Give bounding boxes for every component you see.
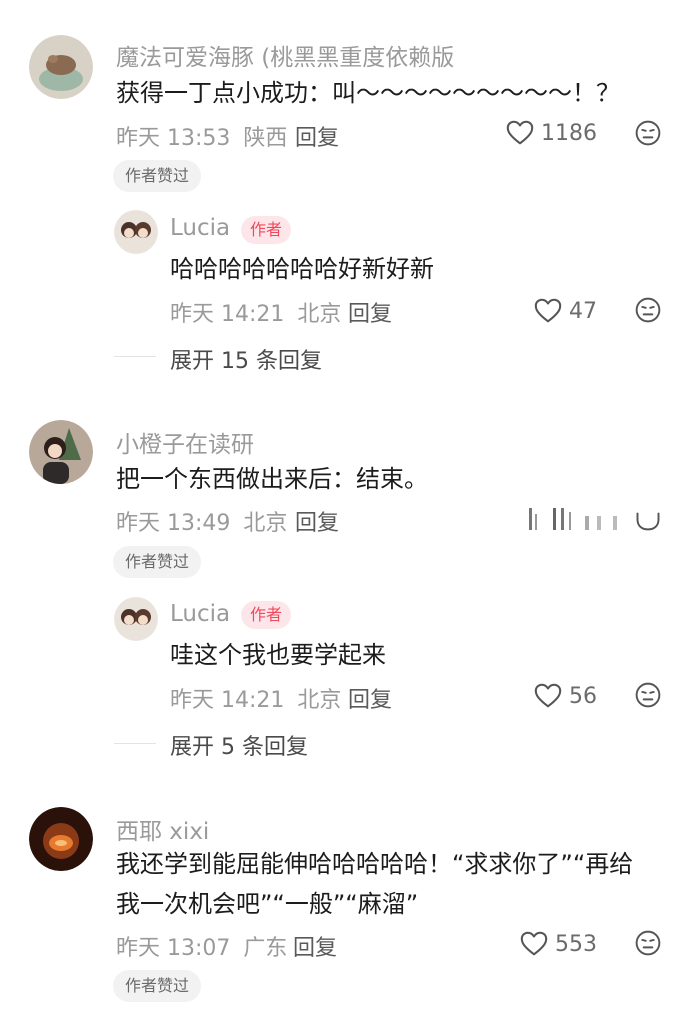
author-tag: 作者 (241, 216, 292, 244)
author-liked-badge: 作者赞过 (113, 160, 202, 192)
like-button[interactable]: 47 (533, 296, 597, 326)
expand-replies-button[interactable]: 展开 15 条回复 (170, 343, 322, 375)
comment-time-location: 昨天 13:07 广东 (116, 930, 287, 962)
avatar[interactable] (29, 807, 93, 871)
heart-outline-icon (529, 508, 617, 530)
author-tag: 作者 (241, 601, 292, 629)
reply-time: 昨天 14:21 (170, 688, 285, 713)
reply-text: 哈哈哈哈哈哈哈好新好新 (170, 255, 434, 283)
comment-time-location: 昨天 13:53 陕西 (116, 120, 287, 152)
comment-location: 广东 (243, 936, 288, 961)
reply-button[interactable]: 回复 (295, 505, 339, 537)
username[interactable]: 小橙子在读研 (116, 425, 254, 459)
reply-button[interactable]: 回复 (348, 296, 392, 328)
reply-username[interactable]: Lucia (170, 215, 230, 241)
reply-time-location: 昨天 14:21 北京 (170, 296, 341, 328)
divider (114, 743, 156, 744)
reply-location: 北京 (297, 302, 342, 327)
reply-button[interactable]: 回复 (348, 682, 392, 714)
like-button[interactable]: 1186 (505, 118, 597, 148)
divider (114, 356, 156, 357)
dislike-face-icon[interactable] (634, 296, 662, 324)
author-liked-badge: 作者赞过 (113, 970, 202, 1002)
like-button[interactable]: 553 (519, 929, 597, 959)
dislike-face-icon[interactable] (634, 504, 662, 532)
heart-outline-icon (519, 929, 549, 959)
like-button[interactable] (525, 504, 625, 532)
author-liked-badge: 作者赞过 (113, 546, 202, 578)
comment-text: 把一个东西做出来后：结束。 (116, 465, 428, 493)
heart-outline-icon (505, 118, 535, 148)
like-count: 553 (555, 931, 597, 957)
avatar[interactable] (29, 420, 93, 484)
avatar[interactable] (29, 35, 93, 99)
expand-replies-button[interactable]: 展开 5 条回复 (170, 729, 308, 761)
comment-time: 昨天 13:53 (116, 126, 231, 151)
like-count: 1186 (541, 120, 597, 146)
reply-time: 昨天 14:21 (170, 302, 285, 327)
heart-outline-icon (533, 681, 563, 711)
comment-time: 昨天 13:49 (116, 511, 231, 536)
username[interactable]: 西耶 xixi (116, 812, 209, 846)
reply-username[interactable]: Lucia (170, 601, 230, 627)
comment-location: 北京 (243, 511, 288, 536)
reply-button[interactable]: 回复 (295, 120, 339, 152)
like-count: 56 (569, 683, 597, 709)
username[interactable]: 魔法可爱海豚 (桃黑黑重度依赖版 (116, 38, 454, 72)
comment-text: 获得一丁点小成功：叫～～～～～～～～～！？ (116, 79, 620, 107)
avatar[interactable] (114, 597, 158, 641)
avatar[interactable] (114, 210, 158, 254)
reply-text: 哇这个我也要学起来 (170, 641, 386, 669)
comment-location: 陕西 (243, 126, 288, 151)
dislike-face-icon[interactable] (634, 929, 662, 957)
comment-time: 昨天 13:07 (116, 936, 231, 961)
reply-time-location: 昨天 14:21 北京 (170, 682, 341, 714)
comment-text-line-1: 我还学到能屈能伸哈哈哈哈哈！“求求你了”“再给 (116, 850, 634, 878)
reply-location: 北京 (297, 688, 342, 713)
comment-time-location: 昨天 13:49 北京 (116, 505, 287, 537)
heart-outline-icon (533, 296, 563, 326)
reply-button[interactable]: 回复 (293, 930, 337, 962)
dislike-face-icon[interactable] (634, 681, 662, 709)
like-count: 47 (569, 298, 597, 324)
dislike-face-icon[interactable] (634, 119, 662, 147)
like-button[interactable]: 56 (533, 681, 597, 711)
comment-text-line-2: 我一次机会吧”“一般”“麻溜” (116, 890, 419, 918)
